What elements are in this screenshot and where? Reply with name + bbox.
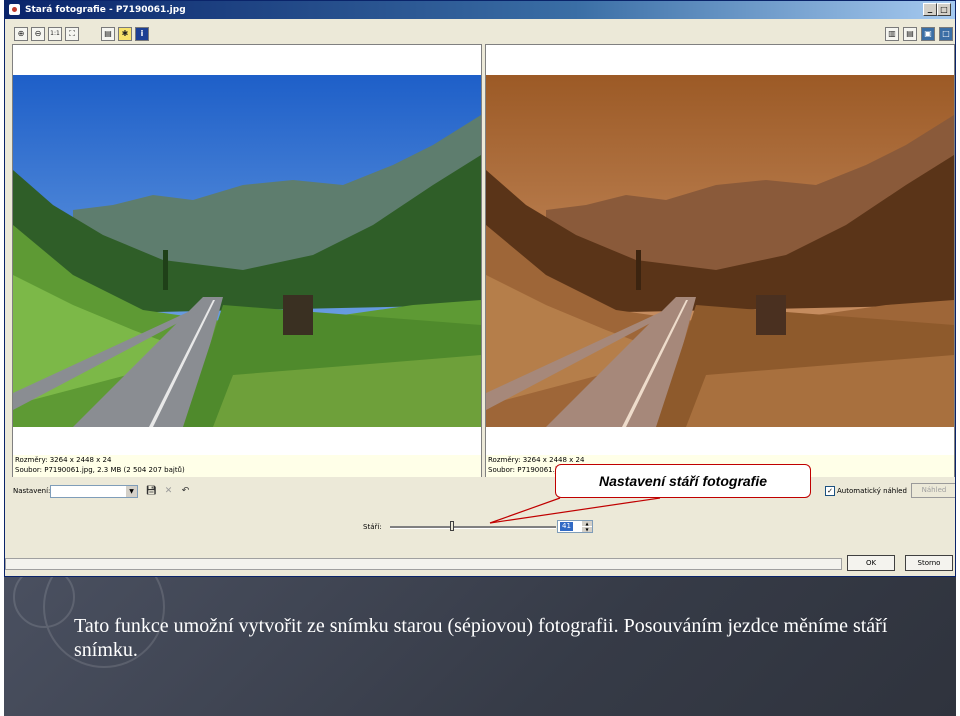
auto-preview-checkbox[interactable]: ✓	[825, 486, 835, 496]
actual-size-icon[interactable]: 1:1	[48, 27, 62, 41]
settings-dropdown[interactable]: ▼	[50, 485, 138, 498]
info-icon[interactable]: i	[135, 27, 149, 41]
spin-down-icon[interactable]: ▼	[582, 527, 592, 532]
fullscreen-icon[interactable]: □	[939, 27, 953, 41]
single-view-icon[interactable]: ▣	[921, 27, 935, 41]
delete-icon[interactable]: ✕	[162, 485, 175, 498]
spin-up-icon[interactable]: ▲	[582, 521, 592, 526]
maximize-button[interactable]: □	[937, 3, 951, 16]
original-info: Rozměry: 3264 x 2448 x 24 Soubor: P71900…	[13, 455, 481, 477]
bottom-bar: OK Storno	[5, 553, 955, 575]
original-dimensions: Rozměry: 3264 x 2448 x 24	[15, 456, 112, 464]
original-file-info: Soubor: P7190061.jpg, 2.3 MB (2 504 207 …	[15, 466, 185, 474]
age-spinner[interactable]: 41 ▲ ▼	[557, 520, 593, 533]
zoom-in-icon[interactable]: ⊕	[14, 27, 28, 41]
save-icon[interactable]: 💾︎	[145, 485, 158, 498]
original-photo	[13, 75, 481, 427]
slide-caption: Tato funkce umožní vytvořit ze snímku st…	[74, 615, 888, 661]
app-icon	[9, 4, 20, 15]
ok-button[interactable]: OK	[847, 555, 895, 571]
window-title: Stará fotografie - P7190061.jpg	[25, 5, 186, 15]
preview-photo	[486, 75, 954, 427]
highlight-icon[interactable]: ✱	[118, 27, 132, 41]
age-value[interactable]: 41	[560, 522, 573, 531]
callout-box: Nastavení stáří fotografie	[555, 464, 811, 498]
age-slider-track[interactable]	[390, 526, 556, 529]
undo-icon[interactable]: ↶	[179, 485, 192, 498]
title-bar: Stará fotografie - P7190061.jpg _ □	[5, 1, 955, 19]
preview-button[interactable]: Náhled	[911, 483, 955, 498]
age-slider-thumb[interactable]	[449, 521, 454, 531]
age-row: Stáří: 41 ▲ ▼	[5, 519, 955, 535]
minimize-button[interactable]: _	[923, 3, 937, 16]
settings-row: Nastavení: ▼ 💾︎ ✕ ↶ ✓ Automatický náhled…	[5, 483, 955, 499]
chevron-down-icon[interactable]: ▼	[126, 486, 137, 497]
original-photo-panel: Rozměry: 3264 x 2448 x 24 Soubor: P71900…	[12, 44, 482, 477]
zoom-out-icon[interactable]: ⊖	[31, 27, 45, 41]
auto-preview-label: Automatický náhled	[837, 487, 907, 495]
toolbar: ⊕ ⊖ 1:1 ⛶ ▤ ✱ i ▥ ▤ ▣ □	[5, 21, 955, 45]
fit-icon[interactable]: ⛶	[65, 27, 79, 41]
photo-age-window: Stará fotografie - P7190061.jpg _ □ ⊕ ⊖ …	[4, 0, 956, 577]
settings-label: Nastavení:	[13, 487, 51, 495]
split-view-icon[interactable]: ▤	[903, 27, 917, 41]
age-label: Stáří:	[363, 523, 382, 531]
histogram-icon[interactable]: ▤	[101, 27, 115, 41]
side-by-side-view-icon[interactable]: ▥	[885, 27, 899, 41]
preview-photo-panel: Rozměry: 3264 x 2448 x 24 Soubor: P71900…	[485, 44, 955, 477]
cancel-button[interactable]: Storno	[905, 555, 953, 571]
progress-bar	[5, 558, 842, 570]
